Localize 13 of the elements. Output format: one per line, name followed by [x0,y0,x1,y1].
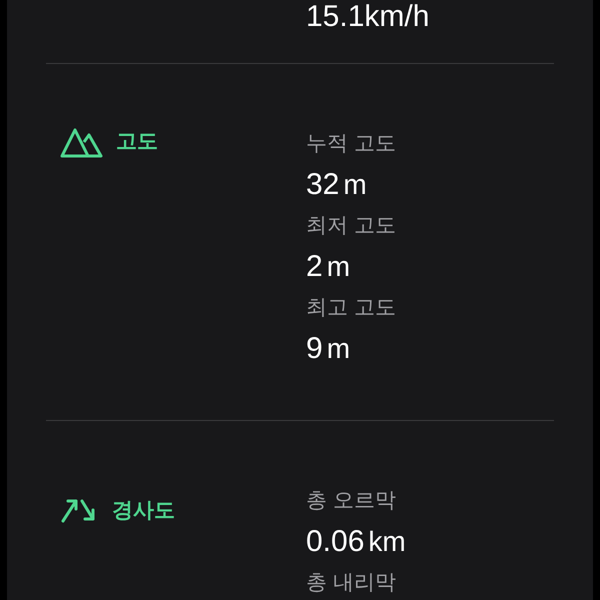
stat-label: 총 오르막 [306,488,397,514]
stat-label: 최저 고도 [306,213,396,239]
speed-value: 15.1km/h [306,0,430,34]
stat-label: 누적 고도 [306,131,396,157]
stat-value: 2 m [306,249,352,285]
stat-value: 0.06 km [306,524,406,560]
section-title: 경사도 [112,498,175,524]
section-title: 고도 [116,129,158,156]
stat-value: 32 m [306,167,368,203]
mountains-icon [60,126,104,158]
stat-label: 최고 고도 [306,295,396,321]
stat-label: 총 내리막 [306,570,397,596]
stat-value: 9 m [306,331,352,367]
